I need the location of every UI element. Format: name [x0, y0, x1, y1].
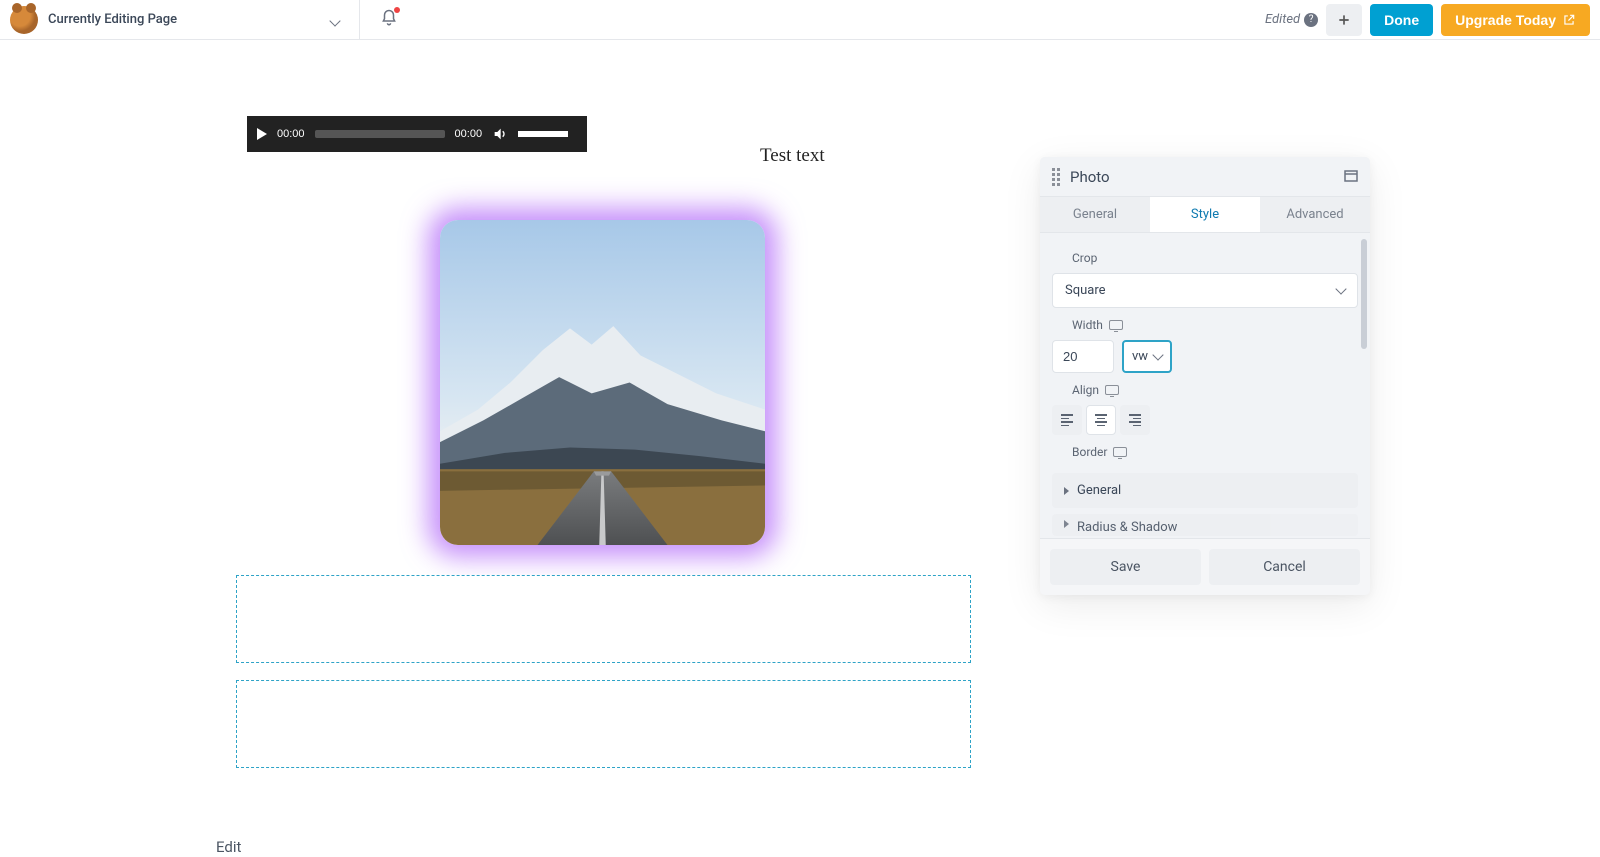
border-label: Border	[1052, 435, 1358, 467]
align-left-button[interactable]	[1052, 405, 1082, 435]
done-button[interactable]: Done	[1370, 4, 1433, 36]
accordion-radius-shadow-label: Radius & Shadow	[1077, 520, 1177, 535]
chevron-down-icon	[1335, 283, 1346, 294]
width-unit-select[interactable]: vw	[1122, 340, 1172, 373]
drag-handle-icon[interactable]	[1052, 168, 1060, 186]
save-button[interactable]: Save	[1050, 549, 1201, 585]
audio-time-total: 00:00	[455, 128, 483, 140]
volume-icon[interactable]	[492, 126, 508, 142]
chevron-down-icon	[1152, 349, 1163, 360]
empty-row-1[interactable]	[236, 575, 971, 663]
page-title: Currently Editing Page	[48, 12, 177, 27]
width-input[interactable]	[1052, 340, 1114, 373]
audio-time-current: 00:00	[277, 128, 305, 140]
divider	[359, 0, 360, 40]
top-bar: Currently Editing Page Edited ? Done Upg…	[0, 0, 1600, 40]
responsive-icon[interactable]	[1113, 447, 1127, 457]
align-right-button[interactable]	[1120, 405, 1150, 435]
align-center-icon	[1095, 414, 1107, 426]
tab-general[interactable]: General	[1040, 197, 1150, 232]
empty-row-2[interactable]	[236, 680, 971, 768]
top-bar-right: Edited ? Done Upgrade Today	[1265, 4, 1590, 36]
align-label-text: Align	[1072, 383, 1099, 397]
align-label: Align	[1052, 373, 1358, 405]
panel-title: Photo	[1070, 168, 1334, 186]
width-label: Width	[1052, 308, 1358, 340]
border-label-text: Border	[1072, 445, 1107, 459]
done-label: Done	[1384, 12, 1419, 28]
align-left-icon	[1061, 414, 1073, 426]
notifications-button[interactable]	[376, 5, 402, 35]
edit-link[interactable]: Edit	[216, 838, 241, 856]
app-logo-icon	[10, 6, 38, 34]
panel-scrollbar[interactable]	[1361, 239, 1367, 349]
editor-canvas: 00:00 00:00 Test text Edit	[0, 40, 1600, 857]
panel-tabs: General Style Advanced	[1040, 196, 1370, 233]
photo-image	[440, 220, 765, 545]
top-bar-left: Currently Editing Page	[10, 0, 402, 40]
upgrade-button[interactable]: Upgrade Today	[1441, 4, 1590, 36]
accordion-general-label: General	[1077, 483, 1121, 498]
add-content-button[interactable]	[1326, 4, 1362, 36]
crop-label: Crop	[1052, 241, 1358, 273]
play-button[interactable]	[257, 128, 267, 140]
accordion-radius-shadow[interactable]: Radius & Shadow	[1052, 514, 1358, 536]
volume-slider[interactable]	[518, 131, 568, 137]
panel-footer: Save Cancel	[1040, 538, 1370, 595]
align-button-group	[1052, 405, 1358, 435]
external-link-icon	[1562, 13, 1576, 27]
chevron-down-icon	[329, 15, 340, 26]
help-icon[interactable]: ?	[1304, 13, 1318, 27]
panel-expand-button[interactable]	[1344, 167, 1358, 186]
width-unit-value: vw	[1132, 349, 1148, 364]
audio-player[interactable]: 00:00 00:00	[247, 116, 587, 152]
width-row: vw	[1052, 340, 1358, 373]
audio-progress-bar[interactable]	[315, 130, 445, 138]
chevron-right-icon	[1064, 520, 1069, 528]
cancel-button[interactable]: Cancel	[1209, 549, 1360, 585]
window-icon	[1344, 170, 1358, 182]
crop-value: Square	[1065, 283, 1106, 298]
page-dropdown-toggle[interactable]	[327, 6, 343, 33]
tab-advanced[interactable]: Advanced	[1260, 197, 1370, 232]
align-right-icon	[1129, 414, 1141, 426]
plus-icon	[1336, 12, 1352, 28]
photo-module[interactable]	[440, 220, 765, 545]
responsive-icon[interactable]	[1105, 385, 1119, 395]
align-center-button[interactable]	[1086, 405, 1116, 435]
settings-panel: Photo General Style Advanced Crop Square…	[1040, 157, 1370, 595]
chevron-right-icon	[1064, 487, 1069, 495]
responsive-icon[interactable]	[1109, 320, 1123, 330]
edited-status: Edited ?	[1265, 12, 1318, 27]
upgrade-label: Upgrade Today	[1455, 12, 1556, 28]
panel-body: Crop Square Width vw Align	[1040, 233, 1370, 538]
text-block[interactable]: Test text	[760, 145, 825, 167]
tab-style[interactable]: Style	[1150, 197, 1260, 232]
notification-dot-icon	[394, 7, 400, 13]
accordion-general[interactable]: General	[1052, 473, 1358, 508]
panel-header[interactable]: Photo	[1040, 157, 1370, 196]
width-label-text: Width	[1072, 318, 1103, 332]
crop-select[interactable]: Square	[1052, 273, 1358, 308]
edited-label: Edited	[1265, 12, 1300, 27]
